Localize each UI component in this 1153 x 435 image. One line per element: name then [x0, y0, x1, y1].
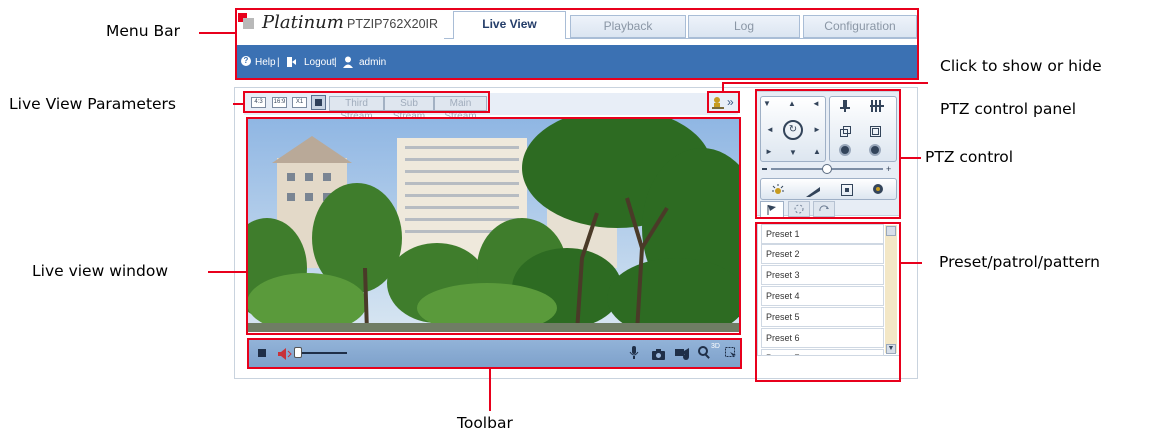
live-view-highlight: [246, 117, 741, 335]
menu-bar-highlight: [235, 8, 919, 80]
leader-line: [489, 369, 491, 411]
annotation-toolbar: Toolbar: [457, 414, 513, 432]
annotation-click-show-hide: Click to show or hide: [940, 57, 1102, 75]
ptz-control-highlight: [755, 89, 901, 219]
leader-line: [208, 271, 246, 273]
leader-line: [722, 82, 928, 84]
annotation-live-view-parameters: Live View Parameters: [9, 95, 177, 113]
toggle-highlight: [707, 91, 740, 113]
annotation-ptz-control: PTZ control: [925, 148, 1014, 166]
params-highlight: [243, 91, 490, 113]
preset-highlight: [755, 222, 901, 382]
annotation-ptz-control-panel: PTZ control panel: [940, 100, 1077, 118]
leader-line: [900, 262, 922, 264]
leader-line: [900, 157, 921, 159]
annotation-menu-bar: Menu Bar: [106, 22, 180, 40]
toolbar-highlight: [247, 338, 742, 369]
annotation-preset-patrol-pattern: Preset/patrol/pattern: [939, 253, 1100, 271]
leader-line: [233, 103, 244, 105]
leader-line: [199, 32, 235, 34]
annotation-live-view-window: Live view window: [32, 262, 169, 280]
